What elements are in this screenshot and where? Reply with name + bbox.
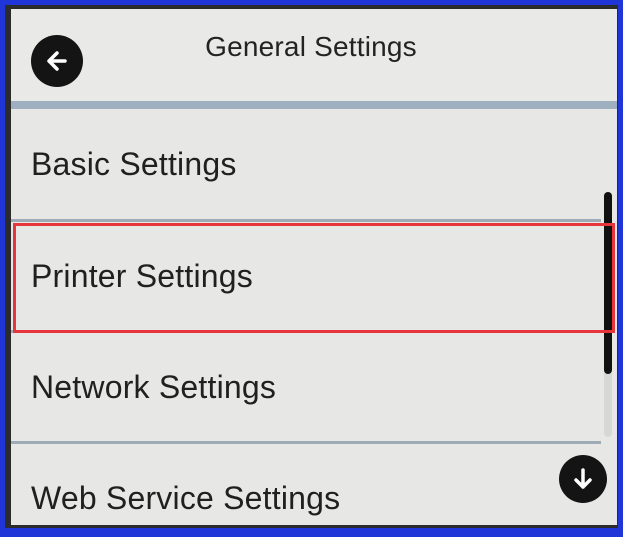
page-title: General Settings: [205, 31, 417, 62]
menu-item-web-service-settings[interactable]: Web Service Settings: [11, 443, 601, 525]
touch-screen: General Settings Basic Settings Printer …: [11, 9, 617, 525]
header-divider: [11, 101, 617, 109]
down-arrow-icon: [574, 468, 592, 489]
back-button[interactable]: [31, 35, 83, 87]
scroll-down-button[interactable]: [559, 455, 607, 503]
menu-item-network-settings[interactable]: Network Settings: [11, 332, 601, 442]
menu-item-label: Basic Settings: [31, 145, 237, 182]
screen-header: General Settings: [11, 9, 617, 101]
selection-highlight: [13, 223, 615, 333]
menu-item-label: Network Settings: [31, 368, 277, 405]
menu-item-basic-settings[interactable]: Basic Settings: [11, 109, 601, 219]
menu-item-label: Web Service Settings: [31, 479, 341, 516]
back-arrow-icon: [47, 51, 67, 71]
device-frame: General Settings Basic Settings Printer …: [0, 0, 623, 537]
